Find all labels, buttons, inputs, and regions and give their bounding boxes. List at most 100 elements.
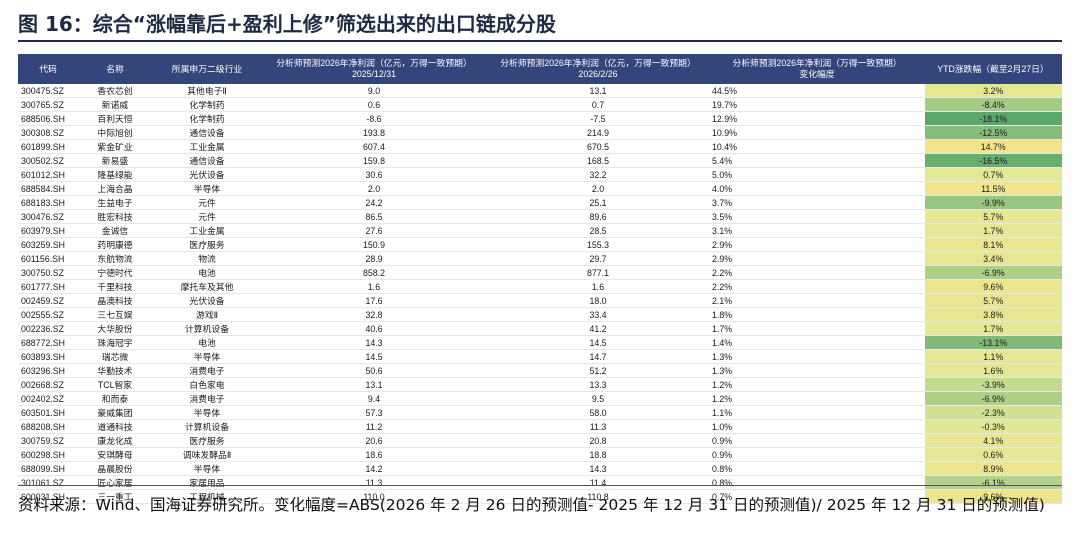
cell-code: 603259.SH: [18, 237, 78, 252]
cell-change: 2.2%: [710, 265, 924, 280]
cell-name: 晶澳科技: [78, 293, 152, 308]
cell-np-20251231: 159.8: [262, 153, 486, 168]
cell-np-20260226: 29.7: [486, 251, 710, 266]
cell-code: 603893.SH: [18, 349, 78, 364]
source-rule: [18, 485, 1062, 486]
table-row: 688183.SH 生益电子 元件 24.2 25.1 3.7% -9.9%: [18, 195, 1062, 210]
cell-np-20260226: 877.1: [486, 265, 710, 280]
table-row: 601899.SH 紫金矿业 工业金属 607.4 670.5 10.4% 14.7%: [18, 139, 1062, 154]
cell-name: 新易盛: [78, 153, 152, 168]
cell-name: 生益电子: [78, 195, 152, 210]
cell-change: 1.4%: [710, 335, 924, 350]
cell-ytd: -6.9%: [923, 391, 1062, 406]
figure-title: 图 16：综合“涨幅靠后+盈利上修”筛选出来的出口链成分股: [18, 12, 556, 36]
cell-np-20251231: 858.2: [262, 265, 486, 280]
cell-name: 豪威集团: [78, 405, 152, 420]
table-row: 603296.SH 华勤技术 消费电子 50.6 51.2 1.3% 1.6%: [18, 363, 1062, 378]
cell-industry: 医疗服务: [152, 237, 262, 252]
cell-np-20260226: 1.6: [486, 279, 710, 294]
table-row: 300765.SZ 新诺威 化学制药 0.6 0.7 19.7% -8.4%: [18, 97, 1062, 112]
cell-code: 002668.SZ: [18, 377, 78, 392]
cell-change: 1.1%: [710, 405, 924, 420]
cell-ytd: 8.9%: [923, 461, 1062, 476]
cell-np-20260226: 58.0: [486, 405, 710, 420]
cell-np-20260226: 41.2: [486, 321, 710, 336]
cell-industry: 白色家电: [152, 377, 262, 392]
cell-change: 0.9%: [710, 447, 924, 462]
cell-ytd: 3.4%: [923, 251, 1062, 266]
cell-industry: 工业金属: [152, 223, 262, 238]
cell-change: 1.2%: [710, 391, 924, 406]
cell-ytd: -3.9%: [923, 377, 1062, 392]
cell-ytd: 1.7%: [923, 223, 1062, 238]
table-row: 601777.SH 千里科技 摩托车及其他 1.6 1.6 2.2% 9.6%: [18, 279, 1062, 294]
table-row: 601156.SH 东航物流 物流 28.9 29.7 2.9% 3.4%: [18, 251, 1062, 266]
cell-name: 东航物流: [78, 251, 152, 266]
cell-np-20251231: 9.4: [262, 391, 486, 406]
cell-code: 688506.SH: [18, 111, 78, 126]
cell-change: 44.5%: [710, 84, 924, 98]
cell-np-20260226: 11.3: [486, 419, 710, 434]
cell-ytd: 0.6%: [923, 447, 1062, 462]
cell-change: 10.9%: [710, 125, 924, 140]
cell-code: 002555.SZ: [18, 307, 78, 322]
cell-np-20260226: 14.5: [486, 335, 710, 350]
cell-industry: 光伏设备: [152, 293, 262, 308]
cell-change: 0.9%: [710, 433, 924, 448]
cell-name: 和而泰: [78, 391, 152, 406]
cell-name: 隆基绿能: [78, 167, 152, 182]
cell-ytd: -8.4%: [923, 97, 1062, 112]
header-np-20260226: 分析师预测2026年净利润（亿元，万得一致预期） 2026/2/26: [486, 54, 710, 84]
cell-code: 300475.SZ: [18, 84, 78, 98]
cell-name: TCL智家: [78, 377, 152, 392]
table-row: 301061.SZ 匠心家居 家居用品 11.3 11.4 0.8% -6.1%: [18, 475, 1062, 490]
cell-np-20251231: 28.9: [262, 251, 486, 266]
table-header-row: 代码 名称 所属申万二级行业 分析师预测2026年净利润（亿元，万得一致预期） …: [18, 54, 1062, 84]
cell-np-20260226: 32.2: [486, 167, 710, 182]
cell-change: 5.4%: [710, 153, 924, 168]
cell-ytd: 14.7%: [923, 139, 1062, 154]
cell-np-20251231: 150.9: [262, 237, 486, 252]
table-row: 300759.SZ 康龙化成 医疗服务 20.6 20.8 0.9% 4.1%: [18, 433, 1062, 448]
cell-code: 601777.SH: [18, 279, 78, 294]
cell-ytd: -12.5%: [923, 125, 1062, 140]
table-row: 300502.SZ 新易盛 通信设备 159.8 168.5 5.4% -16.5%: [18, 153, 1062, 168]
cell-name: 匠心家居: [78, 475, 152, 490]
table-row: 002236.SZ 大华股份 计算机设备 40.6 41.2 1.7% 1.7%: [18, 321, 1062, 336]
cell-code: 688584.SH: [18, 181, 78, 196]
table-row: 300476.SZ 胜宏科技 元件 86.5 89.6 3.5% 5.7%: [18, 209, 1062, 224]
table-row: 603501.SH 豪威集团 半导体 57.3 58.0 1.1% -2.3%: [18, 405, 1062, 420]
cell-change: 19.7%: [710, 97, 924, 112]
cell-ytd: 3.2%: [923, 84, 1062, 98]
cell-np-20251231: 57.3: [262, 405, 486, 420]
title-rule: [18, 40, 1062, 42]
cell-np-20251231: 24.2: [262, 195, 486, 210]
cell-code: 688772.SH: [18, 335, 78, 350]
cell-np-20260226: 168.5: [486, 153, 710, 168]
cell-name: 中际旭创: [78, 125, 152, 140]
cell-ytd: -9.9%: [923, 195, 1062, 210]
cell-code: 600298.SH: [18, 447, 78, 462]
cell-np-20251231: 14.5: [262, 349, 486, 364]
cell-np-20260226: 670.5: [486, 139, 710, 154]
cell-name: 千里科技: [78, 279, 152, 294]
cell-industry: 光伏设备: [152, 167, 262, 182]
cell-industry: 游戏Ⅱ: [152, 307, 262, 322]
table-row: 688208.SH 道通科技 计算机设备 11.2 11.3 1.0% -0.3%: [18, 419, 1062, 434]
cell-np-20251231: 40.6: [262, 321, 486, 336]
table-row: 688506.SH 百利天恒 化学制药 -8.6 -7.5 12.9% -18.1%: [18, 111, 1062, 126]
cell-name: 胜宏科技: [78, 209, 152, 224]
cell-change: 12.9%: [710, 111, 924, 126]
cell-code: 603296.SH: [18, 363, 78, 378]
cell-industry: 半导体: [152, 181, 262, 196]
cell-ytd: -13.1%: [923, 335, 1062, 350]
cell-industry: 元件: [152, 209, 262, 224]
cell-change: 2.9%: [710, 237, 924, 252]
cell-code: 603979.SH: [18, 223, 78, 238]
cell-np-20260226: -7.5: [486, 111, 710, 126]
cell-np-20260226: 13.1: [486, 84, 710, 98]
cell-code: 002459.SZ: [18, 293, 78, 308]
table-row: 601012.SH 隆基绿能 光伏设备 30.6 32.2 5.0% 0.7%: [18, 167, 1062, 182]
cell-np-20260226: 9.5: [486, 391, 710, 406]
cell-ytd: 1.7%: [923, 321, 1062, 336]
